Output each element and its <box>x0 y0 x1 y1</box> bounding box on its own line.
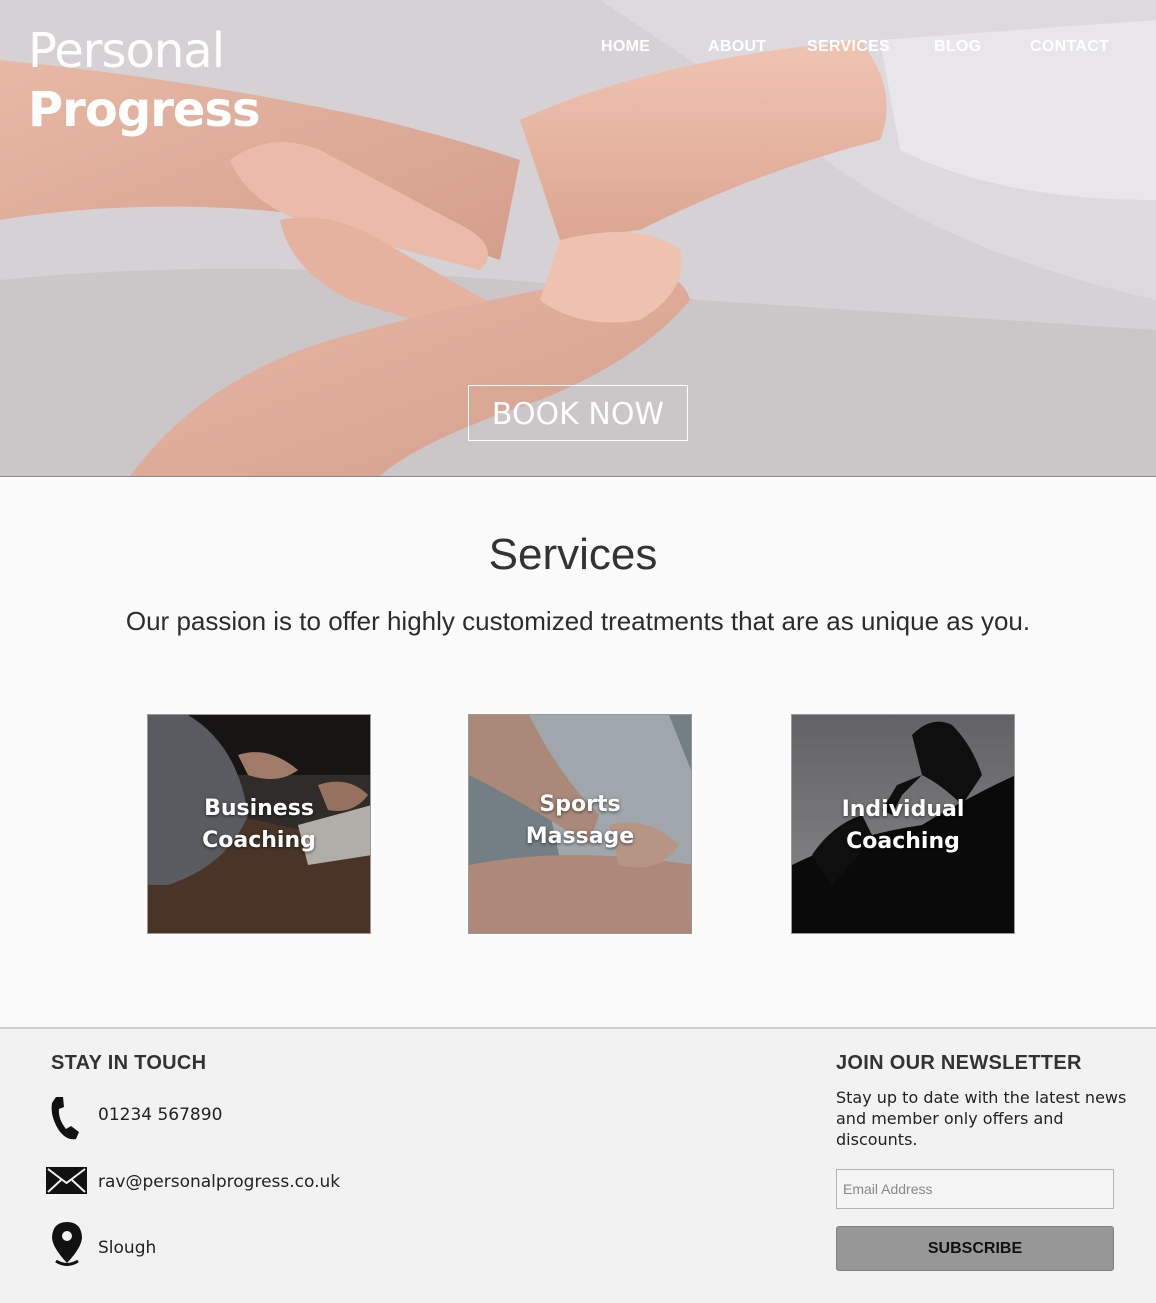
card-title-line1: Business <box>204 796 314 821</box>
subscribe-button[interactable]: SUBSCRIBE <box>836 1226 1114 1271</box>
main-nav: HOME ABOUT SERVICES BLOG CONTACT <box>0 38 1156 58</box>
newsletter-email-input[interactable] <box>836 1169 1114 1209</box>
card-title-line2: Coaching <box>202 828 316 853</box>
card-title-line1: Individual <box>841 797 965 822</box>
stay-in-touch-heading: STAY IN TOUCH <box>51 1052 207 1074</box>
card-title-line2: Massage <box>525 824 635 849</box>
card-title-line1: Sports <box>539 792 621 817</box>
service-card-sports-massage[interactable]: Sports Massage <box>468 714 692 934</box>
phone-number[interactable]: 01234 567890 <box>98 1105 222 1125</box>
nav-services[interactable]: SERVICES <box>807 38 890 56</box>
site-footer: STAY IN TOUCH 01234 567890 rav@personalp… <box>0 1027 1156 1303</box>
card-title-line2: Coaching <box>846 829 960 854</box>
nav-contact[interactable]: CONTACT <box>1030 38 1109 56</box>
book-now-button[interactable]: BOOK NOW <box>468 385 688 441</box>
email-row: rav@personalprogress.co.uk <box>46 1165 346 1211</box>
phone-row: 01234 567890 <box>46 1095 306 1141</box>
nav-home[interactable]: HOME <box>601 38 650 56</box>
phone-icon <box>51 1097 79 1140</box>
service-card-individual-coaching[interactable]: Individual Coaching <box>791 714 1015 934</box>
nav-about[interactable]: ABOUT <box>708 38 766 56</box>
map-pin-icon <box>52 1222 82 1266</box>
location-text: Slough <box>98 1238 157 1258</box>
service-card-business-coaching[interactable]: Business Coaching <box>147 714 371 934</box>
brand-line2: Progress <box>28 82 261 138</box>
services-title: Services <box>488 530 658 579</box>
newsletter-heading: JOIN OUR NEWSLETTER <box>836 1052 1082 1074</box>
hero-banner: Personal Progress HOME ABOUT SERVICES BL… <box>0 0 1156 477</box>
nav-blog[interactable]: BLOG <box>934 38 981 56</box>
services-subtitle: Our passion is to offer highly customize… <box>125 606 1031 636</box>
email-address[interactable]: rav@personalprogress.co.uk <box>98 1172 340 1192</box>
envelope-icon <box>46 1167 87 1194</box>
newsletter-description: Stay up to date with the latest news and… <box>836 1088 1127 1149</box>
location-row: Slough <box>46 1221 246 1267</box>
